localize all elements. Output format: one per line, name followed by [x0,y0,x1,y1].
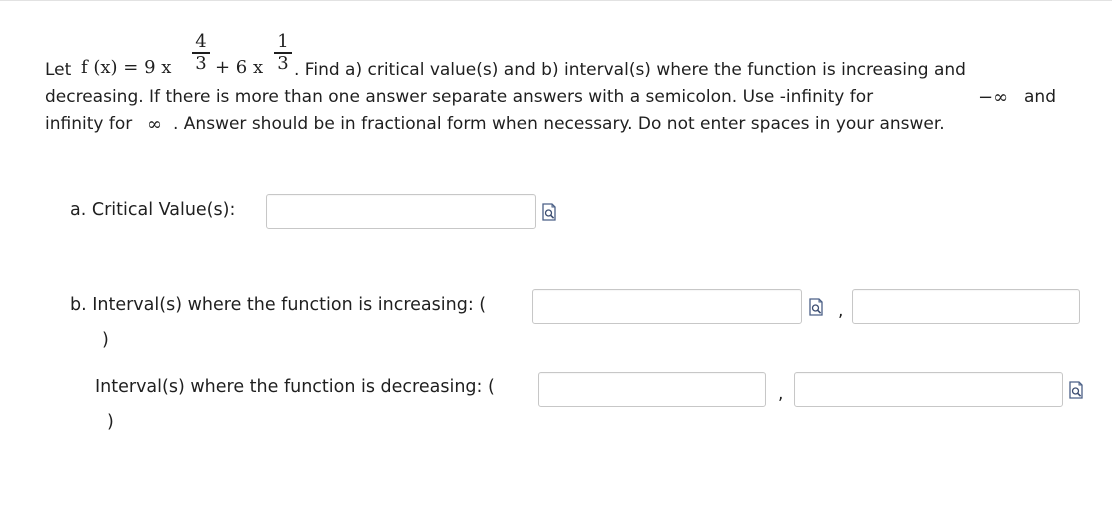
question-line2: decreasing. If there is more than one an… [45,87,874,107]
exponent-2: 1 3 [274,32,292,74]
infinity: ∞ [147,114,162,135]
plus-term: + 6 x [215,57,264,78]
question-line2-end: and [1024,87,1056,107]
question-line1-rest: . Find a) critical value(s) and b) inter… [294,60,966,80]
increasing-interval-start-input[interactable] [532,289,802,324]
exponent-1-numerator: 4 [195,31,207,52]
exponent-1: 4 3 [192,32,210,74]
increasing-interval-label: b. Interval(s) where the function is inc… [70,295,487,315]
equation-preview-icon[interactable] [808,298,824,316]
decreasing-close-paren: ) [107,412,114,432]
increasing-close-paren: ) [102,330,109,350]
interval-comma: , [778,384,784,404]
equation-preview-icon[interactable] [1068,381,1084,399]
critical-values-input[interactable] [266,194,536,229]
critical-values-label: a. Critical Value(s): [70,200,236,220]
question-line3-a: infinity for [45,114,133,134]
top-divider [0,0,1112,1]
exponent-2-denominator: 3 [277,52,289,74]
exponent-1-denominator: 3 [195,52,207,74]
equation-preview-icon[interactable] [541,203,557,221]
function-lhs: f (x) = 9 x [81,57,172,78]
negative-infinity: −∞ [978,87,1009,108]
question-line3-b: . Answer should be in fractional form wh… [173,114,945,134]
exponent-2-numerator: 1 [277,31,289,52]
decreasing-interval-end-input[interactable] [794,372,1063,407]
decreasing-interval-label: Interval(s) where the function is decrea… [95,377,495,397]
interval-comma: , [838,301,844,321]
decreasing-interval-start-input[interactable] [538,372,766,407]
question-prefix: Let [45,60,72,80]
increasing-interval-end-input[interactable] [852,289,1080,324]
